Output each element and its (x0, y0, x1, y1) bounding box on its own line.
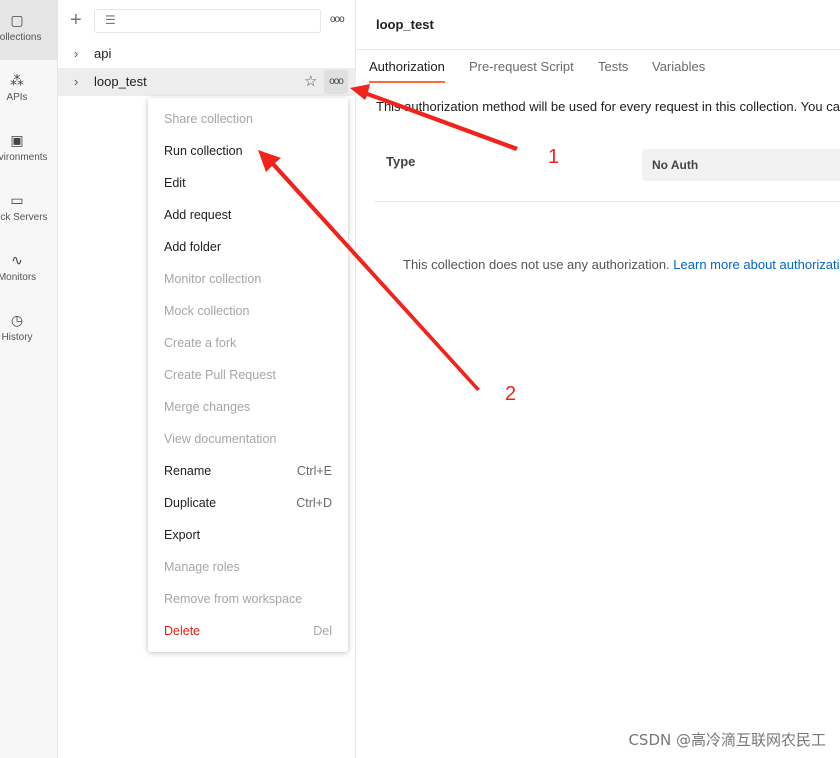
arrow-1 (350, 84, 518, 151)
annotation-arrows (258, 84, 518, 391)
arrow-2 (258, 150, 480, 391)
annotation-label-1: 1 (548, 146, 560, 168)
annotation-label-2: 2 (505, 383, 517, 405)
watermark: CSDN @高冷滴互联网农民工 (628, 731, 826, 749)
